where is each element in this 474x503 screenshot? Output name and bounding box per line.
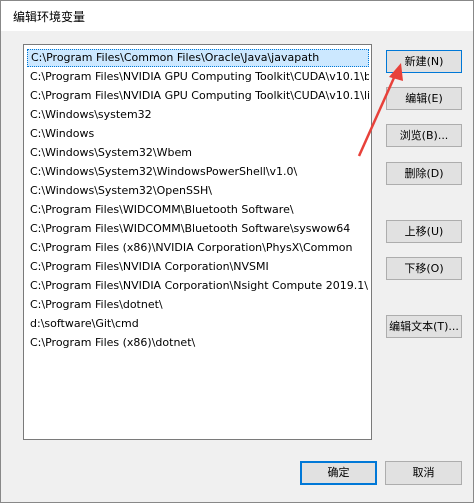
list-item[interactable]: d:\software\Git\cmd [27,315,369,333]
list-item[interactable]: C:\Program Files\NVIDIA GPU Computing To… [27,68,369,86]
list-item[interactable]: C:\Windows\System32\WindowsPowerShell\v1… [27,163,369,181]
title-bar[interactable]: 编辑环境变量 [1,1,473,31]
move-up-button[interactable]: 上移(U) [386,220,462,243]
edit-env-var-dialog: 编辑环境变量 C:\Program Files\Common Files\Ora… [0,0,474,503]
browse-button[interactable]: 浏览(B)... [386,124,462,147]
ok-button[interactable]: 确定 [300,461,377,485]
new-button[interactable]: 新建(N) [386,50,462,73]
delete-button[interactable]: 删除(D) [386,162,462,185]
window-title: 编辑环境变量 [13,10,86,24]
move-down-button[interactable]: 下移(O) [386,257,462,280]
cancel-button[interactable]: 取消 [385,461,462,485]
list-item[interactable]: C:\Windows [27,125,369,143]
list-item[interactable]: C:\Program Files\WIDCOMM\Bluetooth Softw… [27,201,369,219]
list-item[interactable]: C:\Windows\System32\Wbem [27,144,369,162]
list-item[interactable]: C:\Program Files\WIDCOMM\Bluetooth Softw… [27,220,369,238]
path-list[interactable]: C:\Program Files\Common Files\Oracle\Jav… [23,44,372,440]
list-item[interactable]: C:\Program Files\Common Files\Oracle\Jav… [27,49,369,67]
list-item[interactable]: C:\Program Files\NVIDIA GPU Computing To… [27,87,369,105]
edit-text-button[interactable]: 编辑文本(T)... [386,315,462,338]
list-item[interactable]: C:\Program Files (x86)\dotnet\ [27,334,369,352]
list-item[interactable]: C:\Program Files\dotnet\ [27,296,369,314]
edit-button[interactable]: 编辑(E) [386,87,462,110]
list-item[interactable]: C:\Program Files\NVIDIA Corporation\Nsig… [27,277,369,295]
list-item[interactable]: C:\Program Files (x86)\NVIDIA Corporatio… [27,239,369,257]
list-item[interactable]: C:\Program Files\NVIDIA Corporation\NVSM… [27,258,369,276]
list-item[interactable]: C:\Windows\System32\OpenSSH\ [27,182,369,200]
list-item[interactable]: C:\Windows\system32 [27,106,369,124]
